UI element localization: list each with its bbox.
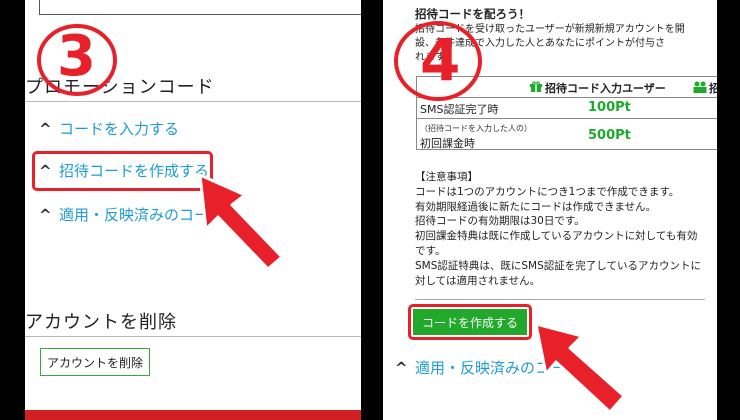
note-line: です。 (415, 244, 446, 257)
note-line: コードは1つのアカウントにつき1つまで作成できます。 (415, 185, 680, 198)
notes-block: 【注意事項】 コードは1つのアカウントにつき1つまで作成できます。 有効期限経過… (415, 170, 701, 288)
footer-bar (25, 410, 361, 420)
step-number: 4 (420, 26, 461, 94)
gift-icon (530, 81, 542, 92)
note-line: 初回課金特典は既に作成しているアカウントに対しても有効 (415, 230, 698, 243)
divider (25, 101, 361, 102)
code-input-box[interactable] (39, 0, 361, 15)
users-icon (693, 81, 707, 93)
first-charge-points: 500Pt (588, 128, 631, 143)
chevron-up-icon: ^ (39, 206, 52, 224)
create-code-button[interactable]: コードを作成する (413, 309, 527, 335)
chevron-up-icon: ^ (395, 359, 408, 377)
note-line: SMS認証特典は、既にSMS認証を完了しているアカウントに (415, 259, 701, 272)
notes-heading: 【注意事項】 (415, 171, 478, 183)
delete-account-button[interactable]: アカウントを削除 (40, 348, 150, 376)
note-line: 有効期限経過後に新たにコードは作成できません。 (415, 200, 657, 213)
reward-header-label: 招待コード入力ユーザー (545, 82, 666, 95)
note-line: 対しては適用されません。 (415, 274, 541, 287)
step-number: 3 (57, 24, 96, 89)
chevron-up-icon: ^ (39, 120, 52, 138)
enter-code-label: コードを入力する (59, 120, 180, 138)
note-line: 招待コードの有効期限は30日です。 (415, 215, 585, 228)
red-arrow-icon (534, 322, 626, 414)
reward-header-extra: 招 (709, 82, 717, 95)
red-arrow-icon (198, 173, 284, 271)
enter-code-link[interactable]: ^ コードを入力する (39, 118, 179, 139)
delete-account-heading: アカウントを削除 (25, 312, 177, 333)
chevron-up-icon: ^ (39, 162, 52, 180)
first-charge-sublabel: （招待コードを入力した人の） (420, 124, 532, 133)
divider (415, 299, 705, 300)
divider (25, 336, 361, 337)
sms-reward-points: 100Pt (588, 100, 631, 115)
first-charge-label: 初回課金時 (420, 137, 475, 150)
